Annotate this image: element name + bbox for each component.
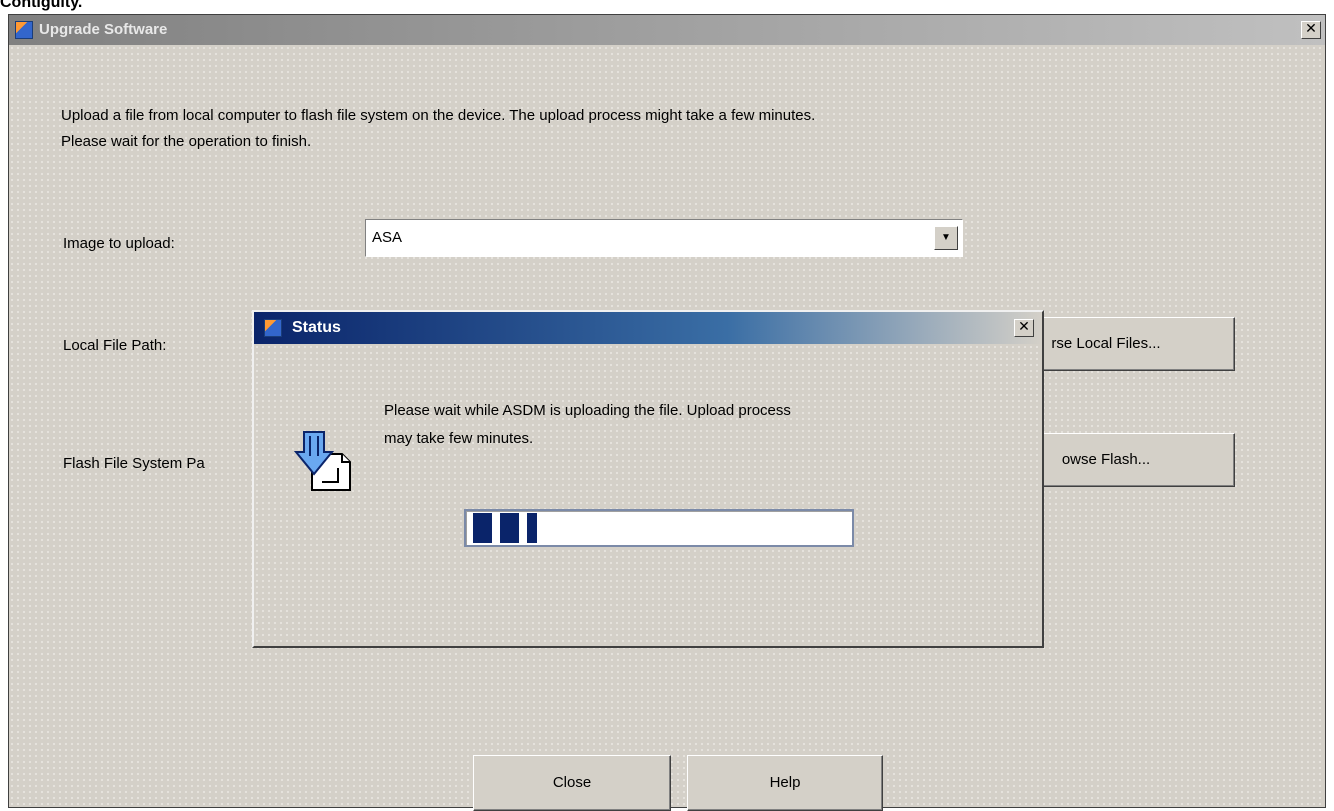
description-line-1: Upload a file from local computer to fla… xyxy=(61,107,816,124)
status-body: Please wait while ASDM is uploading the … xyxy=(254,344,1042,646)
help-button[interactable]: Help xyxy=(687,755,883,811)
progress-fill xyxy=(468,513,537,543)
upload-arrow-document-icon xyxy=(294,431,351,491)
asdm-app-icon xyxy=(264,319,282,337)
window-close-button[interactable]: ✕ xyxy=(1301,21,1321,39)
window-titlebar[interactable]: Upgrade Software ✕ xyxy=(9,15,1325,45)
local-file-path-label: Local File Path: xyxy=(63,337,167,354)
flash-file-system-path-label: Flash File System Pa xyxy=(63,455,205,472)
status-title: Status xyxy=(292,319,341,336)
asdm-app-icon xyxy=(15,21,33,39)
image-to-upload-label: Image to upload: xyxy=(63,235,175,252)
description-line-2: Please wait for the operation to finish. xyxy=(61,133,312,150)
status-close-button[interactable]: ✕ xyxy=(1014,319,1034,337)
chevron-down-icon[interactable]: ▼ xyxy=(934,226,958,250)
image-to-upload-select[interactable]: ASA ▼ xyxy=(365,219,963,257)
window-title: Upgrade Software xyxy=(39,21,168,38)
background-text-fragment: Contiguity. xyxy=(0,0,83,11)
image-to-upload-value: ASA xyxy=(372,229,403,246)
status-titlebar[interactable]: Status ✕ xyxy=(254,312,1042,344)
close-button[interactable]: Close xyxy=(473,755,671,811)
status-dialog: Status ✕ Please wait while ASDM is uploa… xyxy=(252,310,1044,648)
status-message-line-1: Please wait while ASDM is uploading the … xyxy=(384,402,791,419)
progress-track xyxy=(468,513,850,543)
upload-progress-bar xyxy=(464,509,854,547)
status-message-line-2: may take few minutes. xyxy=(384,430,534,447)
